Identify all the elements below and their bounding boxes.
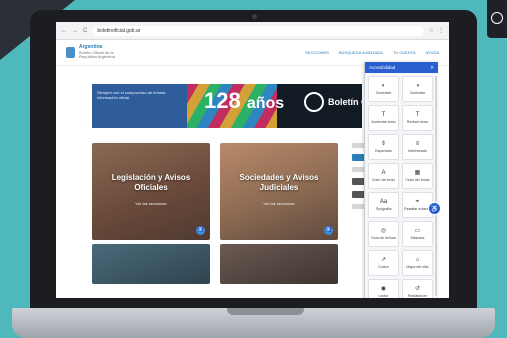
a11y-tile-label: Lector	[378, 293, 389, 298]
base-notch	[227, 308, 304, 315]
a11y-tile-label: Cursor	[378, 264, 389, 269]
a11y-tile-label: Guía de lectura	[371, 235, 396, 240]
a11y-tile-icon: ≡	[415, 140, 420, 147]
main-menu: SECCIONES BÚSQUEDA AVANZADA TU CUENTA AY…	[305, 50, 439, 55]
menu-icon[interactable]: ⋮	[438, 27, 444, 34]
a11y-tile[interactable]: ⌂ Mapa del sitio	[402, 250, 433, 276]
close-icon[interactable]: ✕	[430, 65, 434, 71]
forward-button[interactable]: →	[72, 28, 78, 34]
a11y-tile-label: Color del fondo	[405, 177, 430, 182]
webcam-icon	[252, 14, 257, 19]
reload-button[interactable]: C	[83, 28, 87, 34]
a11y-tile-label: Reducir texto	[406, 119, 429, 124]
a11y-tile-icon: ▭	[414, 227, 421, 234]
card-title: Legislación y Avisos Oficiales	[111, 173, 191, 192]
a11y-tile[interactable]: ◑ Contraste	[402, 76, 433, 102]
card-title: Sociedades y Avisos Judiciales	[239, 173, 319, 192]
a11y-tile[interactable]: ≡ Interlineado	[402, 134, 433, 160]
a11y-tile-icon: ◐	[381, 82, 386, 89]
menu-item-busqueda[interactable]: BÚSQUEDA AVANZADA	[339, 50, 383, 55]
a11y-tile-label: Mapa del sitio	[406, 264, 429, 269]
a11y-tile-label: Tipografía	[375, 206, 392, 211]
a11y-tile-label: Espaciado	[375, 148, 392, 153]
a11y-tile-icon: ◑	[415, 82, 420, 89]
a11y-tile-icon: ◎	[380, 227, 387, 234]
a11y-tile-icon: ⇕	[380, 140, 387, 147]
a11y-tile[interactable]: ↺ Restablecer	[402, 279, 433, 298]
a11y-tile-label: Contraste	[375, 90, 392, 95]
menu-item-ayuda[interactable]: AYUDA	[426, 50, 439, 55]
laptop-base	[12, 308, 495, 338]
a11y-tile-label: Interlineado	[408, 148, 427, 153]
a11y-tile-icon: ⌂	[415, 256, 420, 263]
banner-years-word: años	[246, 95, 285, 112]
menu-item-secciones[interactable]: SECCIONES	[305, 50, 329, 55]
a11y-tile[interactable]: Aa Tipografía	[368, 192, 399, 218]
accessibility-toggle-button[interactable]: ♿	[428, 202, 441, 215]
banner-years-number: 128	[204, 88, 241, 113]
browser-actions: ☆ ⋮	[429, 27, 444, 34]
a11y-tile[interactable]: ◎ Guía de lectura	[368, 221, 399, 247]
accessibility-icon[interactable]: ♿	[196, 226, 205, 235]
a11y-tile-label: Resaltar enlaces	[404, 206, 431, 211]
a11y-tile[interactable]: T Aumentar texto	[368, 105, 399, 131]
a11y-tile-icon: ↺	[414, 285, 421, 292]
address-bar[interactable]: boletinoficial.gob.ar	[92, 25, 424, 36]
a11y-tiles: ◐ Contraste ◑ Contraste T Aumentar texto T Redu…	[365, 73, 438, 298]
a11y-panel-header: Accesibilidad ✕	[365, 62, 438, 73]
a11y-tile-label: Restablecer	[407, 293, 428, 298]
anniversary-banner[interactable]: Siempre con el compromiso de brindar inf…	[92, 84, 362, 128]
a11y-tile-label: Color del texto	[371, 177, 396, 182]
a11y-panel-title: Accesibilidad	[369, 65, 396, 70]
a11y-tile[interactable]: ⇕ Espaciado	[368, 134, 399, 160]
a11y-tile-icon: ↗	[380, 256, 387, 263]
back-button[interactable]: ←	[61, 28, 67, 34]
a11y-tile[interactable]: ◉ Lector	[368, 279, 399, 298]
accessibility-icon[interactable]: ♿	[324, 226, 333, 235]
a11y-tile-label: Aumentar texto	[371, 119, 396, 124]
panel-scrollbar[interactable]	[435, 76, 437, 296]
a11y-tile[interactable]: ▦ Color del fondo	[402, 163, 433, 189]
a11y-tile-icon: T	[415, 111, 420, 118]
a11y-tile-icon: Aa	[379, 198, 388, 205]
laptop-screen: ← → C boletinoficial.gob.ar ☆ ⋮ Argentin…	[56, 22, 449, 298]
a11y-tile-icon: ▦	[414, 169, 421, 176]
url-text: boletinoficial.gob.ar	[97, 27, 141, 34]
card-subtitle: Ver las secciones	[263, 201, 295, 206]
a11y-tile-icon: ◉	[380, 285, 387, 292]
banner-brand: Boletín Oficial	[328, 97, 362, 107]
banner-left-text: Siempre con el compromiso de brindar inf…	[92, 84, 187, 128]
seal-icon	[304, 92, 324, 112]
menu-item-cuenta[interactable]: TU CUENTA	[393, 50, 416, 55]
a11y-tile[interactable]: T Reducir texto	[402, 105, 433, 131]
card-subtitle: Ver las secciones	[135, 201, 167, 206]
card-image[interactable]	[220, 244, 338, 284]
site-logo[interactable]: Argentina Boletín Oficial de la Repúblic…	[66, 45, 124, 59]
a11y-tile[interactable]: ↗ Cursor	[368, 250, 399, 276]
seal-icon	[491, 12, 503, 24]
a11y-tile[interactable]: ◐ Contraste	[368, 76, 399, 102]
card-sociedades[interactable]: Sociedades y Avisos Judiciales Ver las s…	[220, 143, 338, 240]
a11y-tile-icon: T	[381, 111, 386, 118]
banner-years: 128 años	[204, 90, 284, 112]
card-image[interactable]	[92, 244, 210, 284]
emblem-icon	[66, 47, 75, 58]
a11y-tile-icon: ⌖	[415, 198, 420, 205]
star-icon[interactable]: ☆	[429, 27, 434, 34]
corner-logo	[487, 0, 507, 38]
card-legislacion[interactable]: Legislación y Avisos Oficiales Ver las s…	[92, 143, 210, 240]
browser-toolbar: ← → C boletinoficial.gob.ar ☆ ⋮	[56, 22, 449, 40]
a11y-tile-label: Máscara	[410, 235, 425, 240]
a11y-tile-label: Contraste	[409, 90, 426, 95]
a11y-tile[interactable]: A Color del texto	[368, 163, 399, 189]
a11y-tile[interactable]: ▭ Máscara	[402, 221, 433, 247]
accessibility-panel: Accesibilidad ✕ ◐ Contraste ◑ Contraste T Aum…	[364, 62, 438, 298]
logo-subtitle: Boletín Oficial de la República Argentin…	[79, 49, 115, 60]
a11y-tile-icon: A	[381, 169, 386, 176]
